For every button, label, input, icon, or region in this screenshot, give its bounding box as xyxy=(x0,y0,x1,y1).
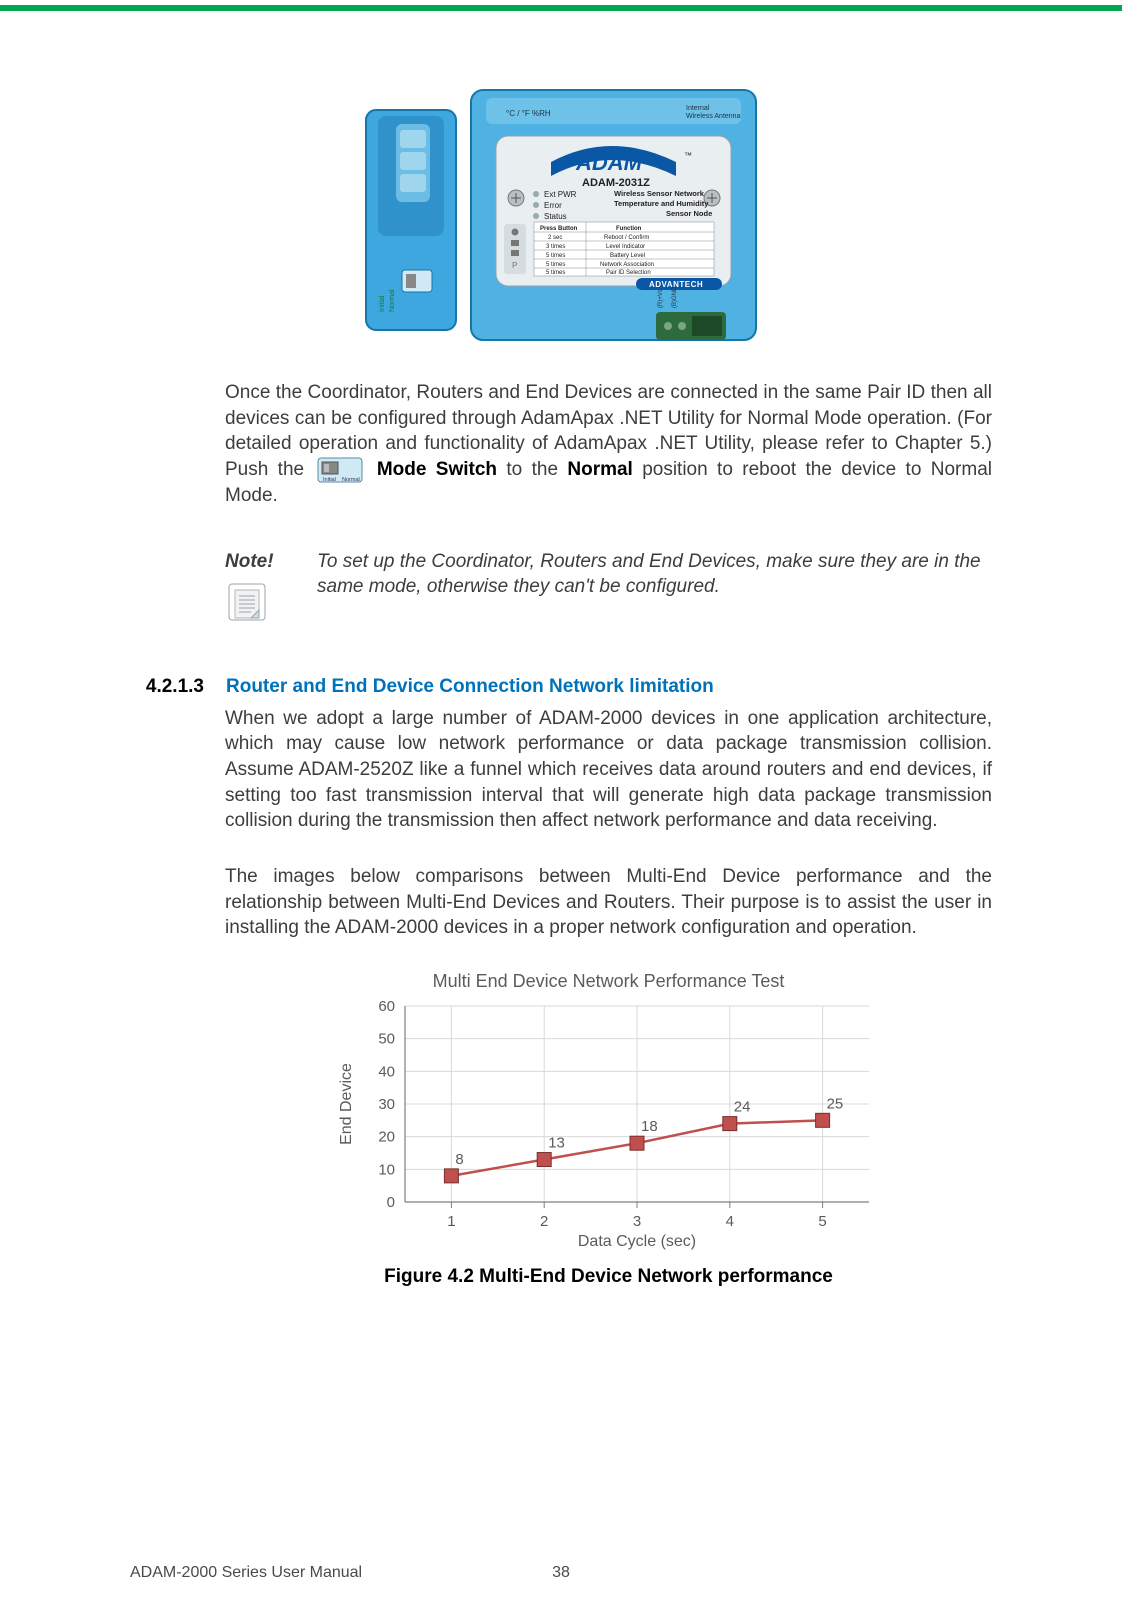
device-brand: ADAM xyxy=(575,150,643,175)
device-top-right-label: Internal xyxy=(686,105,710,112)
svg-text:Normal: Normal xyxy=(342,477,360,483)
led-ext-pwr: Ext PWR xyxy=(544,190,577,199)
chart-title: Multi End Device Network Performance Tes… xyxy=(433,971,785,992)
mode-switch-icon: Initial Normal xyxy=(317,457,363,483)
device-photo: Initial Normal °C / °F %RH Internal Wire… xyxy=(130,80,992,350)
svg-text:5: 5 xyxy=(818,1213,826,1230)
svg-text:24: 24 xyxy=(733,1099,750,1116)
chart-container: Multi End Device Network Performance Tes… xyxy=(225,971,992,1288)
note-text: To set up the Coordinator, Routers and E… xyxy=(317,549,992,632)
section-title: Router and End Device Connection Network… xyxy=(226,676,714,698)
svg-text:P: P xyxy=(512,261,517,270)
table-hdr-right: Function xyxy=(616,226,642,232)
p1-c: to the xyxy=(497,459,567,480)
svg-text:10: 10 xyxy=(378,1161,395,1178)
svg-text:Reboot / Confirm: Reboot / Confirm xyxy=(604,235,649,241)
table-hdr-left: Press Button xyxy=(540,226,578,232)
paragraph-3: The images below comparisons between Mul… xyxy=(225,864,992,941)
svg-text:20: 20 xyxy=(378,1129,395,1146)
left-module-label-normal: Normal xyxy=(389,289,396,312)
svg-text:2 sec: 2 sec xyxy=(548,235,562,241)
svg-text:Level Indicator: Level Indicator xyxy=(606,244,645,250)
svg-text:End Device: End Device xyxy=(338,1063,355,1145)
note-block: Note! To set up the Coordinator, Routers… xyxy=(225,549,992,632)
svg-text:Battery Level: Battery Level xyxy=(610,253,645,259)
svg-text:Network Association: Network Association xyxy=(600,262,654,268)
svg-text:Wireless Antenna: Wireless Antenna xyxy=(686,113,741,120)
performance-chart: 0 10 20 30 40 50 60 1 2 3 4 5 End Device Data Cycle (… xyxy=(329,996,889,1256)
led-error: Error xyxy=(544,201,562,210)
note-label: Note! xyxy=(225,549,295,575)
p1-d: Normal xyxy=(567,459,632,480)
svg-text:Data Cycle (sec): Data Cycle (sec) xyxy=(577,1233,695,1250)
page-content: Initial Normal °C / °F %RH Internal Wire… xyxy=(0,0,1122,1624)
svg-text:5 times: 5 times xyxy=(546,270,565,276)
svg-text:50: 50 xyxy=(378,1031,395,1048)
led-status: Status xyxy=(544,212,567,221)
svg-text:(R)+Vs: (R)+Vs xyxy=(658,289,664,308)
svg-text:Initial: Initial xyxy=(323,477,336,483)
note-paper-icon xyxy=(225,580,269,624)
svg-text:(B)GND: (B)GND xyxy=(672,286,678,308)
svg-text:60: 60 xyxy=(378,998,395,1015)
svg-text:40: 40 xyxy=(378,1063,395,1080)
svg-text:3: 3 xyxy=(632,1213,640,1230)
svg-text:Pair ID Selection: Pair ID Selection xyxy=(606,270,651,276)
svg-text:4: 4 xyxy=(725,1213,733,1230)
svg-text:8: 8 xyxy=(455,1151,463,1168)
device-top-left-label: °C / °F %RH xyxy=(506,109,551,118)
svg-text:18: 18 xyxy=(641,1118,658,1135)
svg-text:13: 13 xyxy=(548,1135,565,1152)
device-right-sub2: Sensor Node xyxy=(666,209,712,218)
footer-page-number: 38 xyxy=(130,1564,992,1582)
svg-text:1: 1 xyxy=(447,1213,455,1230)
paragraph-2: When we adopt a large number of ADAM-200… xyxy=(225,706,992,834)
svg-text:0: 0 xyxy=(386,1194,394,1211)
svg-text:2: 2 xyxy=(540,1213,548,1230)
svg-text:25: 25 xyxy=(826,1095,843,1112)
svg-text:3 times: 3 times xyxy=(546,244,565,250)
paragraph-1: Once the Coordinator, Routers and End De… xyxy=(225,380,992,509)
device-right-header: Wireless Sensor Network xyxy=(614,189,705,198)
section-number: 4.2.1.3 xyxy=(130,676,204,698)
left-module-label-initial: Initial xyxy=(379,295,386,312)
svg-text:30: 30 xyxy=(378,1096,395,1113)
device-right-sub: Temperature and Humidity xyxy=(614,199,709,208)
svg-text:™: ™ xyxy=(684,151,692,160)
figure-caption: Figure 4.2 Multi-End Device Network perf… xyxy=(384,1266,833,1288)
device-model: ADAM-2031Z xyxy=(582,177,650,189)
adam-device-svg: Initial Normal °C / °F %RH Internal Wire… xyxy=(356,80,766,350)
svg-text:5 times: 5 times xyxy=(546,253,565,259)
p1-b: Mode Switch xyxy=(377,459,497,480)
subsection-heading: 4.2.1.3 Router and End Device Connection… xyxy=(130,676,992,698)
svg-text:5 times: 5 times xyxy=(546,262,565,268)
